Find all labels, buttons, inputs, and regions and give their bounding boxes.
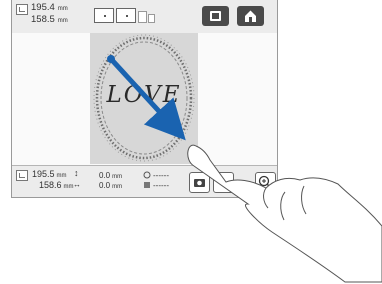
hoop-small[interactable] xyxy=(138,11,147,23)
embroidery-design[interactable]: LOVE xyxy=(90,33,198,164)
vertical-offset-value: 0.0 xyxy=(99,171,111,180)
bottom-bar: 195.5 mm 158.6 mm ↕ ↔ 0.0 mm 0.0 mm ------ -… xyxy=(12,165,277,197)
angle-icon xyxy=(143,171,151,179)
thread-view-button[interactable] xyxy=(202,6,229,26)
angle-readout: ------ xyxy=(153,171,169,180)
embroidery-canvas[interactable]: LOVE xyxy=(12,33,277,165)
top-bar: 195.4 mm 158.5 mm xyxy=(12,0,277,34)
design-text: LOVE xyxy=(106,82,182,108)
horizontal-offset: 0.0 mm xyxy=(99,181,122,192)
color-spool-icon xyxy=(144,182,150,188)
vertical-offset-icon: ↕ xyxy=(74,168,79,178)
size-height-value: 158.6 xyxy=(39,180,62,190)
hoop-large[interactable] xyxy=(94,8,114,23)
size-width-unit: mm xyxy=(56,173,67,179)
zoom-in-icon xyxy=(258,175,273,190)
home-icon xyxy=(245,10,256,22)
design-height: 158.5 mm xyxy=(31,15,68,26)
camera-icon xyxy=(194,179,205,187)
design-height-value: 158.5 xyxy=(31,14,55,25)
design-height-unit: mm xyxy=(57,18,68,24)
horizontal-offset-icon: ↔ xyxy=(73,180,81,189)
horizontal-offset-unit: mm xyxy=(112,184,123,190)
horizontal-offset-value: 0.0 xyxy=(99,181,111,190)
design-width-unit: mm xyxy=(57,6,68,12)
camera-button[interactable] xyxy=(189,172,210,193)
size-icon xyxy=(16,170,28,181)
design-width: 195.4 mm xyxy=(31,3,68,14)
layout-button[interactable] xyxy=(213,172,234,193)
size-width-value: 195.5 xyxy=(32,169,55,179)
home-button[interactable] xyxy=(237,6,264,26)
zoom-button[interactable] xyxy=(255,172,276,193)
hoop-mini[interactable] xyxy=(148,14,155,23)
design-width-value: 195.4 xyxy=(31,2,55,13)
size-height: 158.6 mm xyxy=(39,181,74,192)
hoop-medium[interactable] xyxy=(116,8,136,23)
vertical-offset-unit: mm xyxy=(112,174,123,180)
dimension-icon xyxy=(16,4,28,15)
machine-screen: 195.4 mm 158.5 mm LOVE 195.5 mm 158.6 mm… xyxy=(11,0,278,198)
color-readout: ------ xyxy=(153,181,169,190)
thread-view-icon xyxy=(210,11,221,21)
